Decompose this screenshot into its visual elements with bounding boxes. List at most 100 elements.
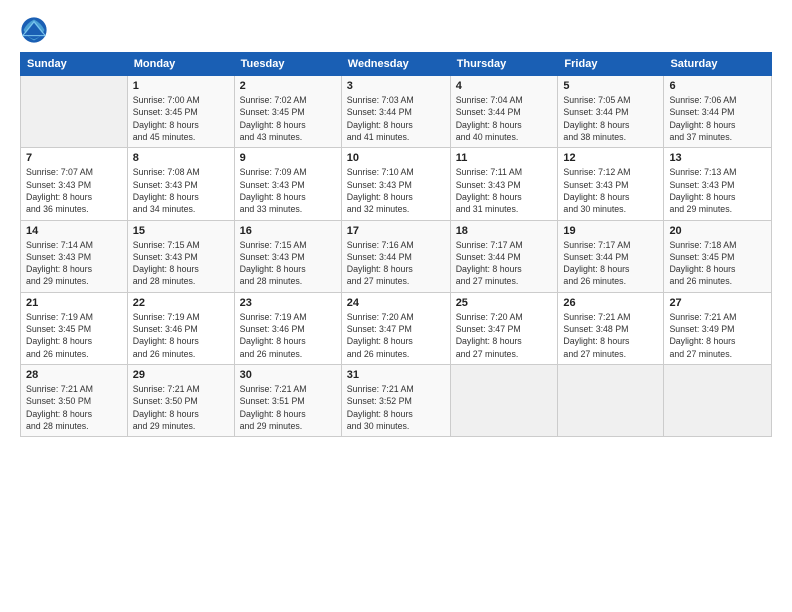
day-number: 31 (347, 369, 445, 381)
calendar-week-5: 28Sunrise: 7:21 AM Sunset: 3:50 PM Dayli… (21, 365, 772, 437)
calendar-cell: 28Sunrise: 7:21 AM Sunset: 3:50 PM Dayli… (21, 365, 128, 437)
calendar-table: SundayMondayTuesdayWednesdayThursdayFrid… (20, 52, 772, 437)
day-number: 9 (240, 152, 336, 164)
calendar-cell: 12 Sunrise: 7:12 AM Sunset: 3:43 PM Dayli… (558, 148, 664, 220)
calendar-cell: 29 Sunrise: 7:21 AM Sunset: 3:50 PM Dayli… (127, 365, 234, 437)
day-info: Sunrise: 7:15 AM Sunset: 3:43 PM Dayligh… (133, 239, 229, 288)
day-number: 25 (456, 297, 553, 309)
day-info: Sunrise: 7:20 AM Sunset: 3:47 PM Dayligh… (347, 311, 445, 360)
day-info: Sunrise: 7:21 AM Sunset: 3:51 PM Dayligh… (240, 383, 336, 432)
calendar-cell: 18 Sunrise: 7:17 AM Sunset: 3:44 PM Dayli… (450, 220, 558, 292)
calendar-cell: 4 Sunrise: 7:04 AM Sunset: 3:44 PM Daylig… (450, 76, 558, 148)
calendar-cell: 25Sunrise: 7:20 AM Sunset: 3:47 PM Dayli… (450, 292, 558, 364)
day-number: 5 (563, 80, 658, 92)
day-number: 29 (133, 369, 229, 381)
calendar-header-wednesday: Wednesday (341, 53, 450, 76)
day-number: 22 (133, 297, 229, 309)
calendar-header-row: SundayMondayTuesdayWednesdayThursdayFrid… (21, 53, 772, 76)
day-info: Sunrise: 7:17 AM Sunset: 3:44 PM Dayligh… (456, 239, 553, 288)
day-info: Sunrise: 7:00 AM Sunset: 3:45 PM Dayligh… (133, 94, 229, 143)
day-number: 6 (669, 80, 766, 92)
day-number: 21 (26, 297, 122, 309)
calendar-week-4: 21 Sunrise: 7:19 AM Sunset: 3:45 PM Dayli… (21, 292, 772, 364)
calendar-week-1: 1Sunrise: 7:00 AM Sunset: 3:45 PM Daylig… (21, 76, 772, 148)
calendar-cell: 1Sunrise: 7:00 AM Sunset: 3:45 PM Daylig… (127, 76, 234, 148)
calendar-cell: 24 Sunrise: 7:20 AM Sunset: 3:47 PM Dayli… (341, 292, 450, 364)
calendar-header-saturday: Saturday (664, 53, 772, 76)
day-info: Sunrise: 7:21 AM Sunset: 3:52 PM Dayligh… (347, 383, 445, 432)
day-number: 3 (347, 80, 445, 92)
calendar-cell: 7Sunrise: 7:07 AM Sunset: 3:43 PM Daylig… (21, 148, 128, 220)
day-info: Sunrise: 7:21 AM Sunset: 3:48 PM Dayligh… (563, 311, 658, 360)
page: SundayMondayTuesdayWednesdayThursdayFrid… (0, 0, 792, 612)
calendar-week-3: 14 Sunrise: 7:14 AM Sunset: 3:43 PM Dayli… (21, 220, 772, 292)
calendar-cell: 27 Sunrise: 7:21 AM Sunset: 3:49 PM Dayli… (664, 292, 772, 364)
day-number: 2 (240, 80, 336, 92)
day-number: 10 (347, 152, 445, 164)
day-info: Sunrise: 7:14 AM Sunset: 3:43 PM Dayligh… (26, 239, 122, 288)
day-number: 11 (456, 152, 553, 164)
calendar-header-tuesday: Tuesday (234, 53, 341, 76)
calendar-cell: 20 Sunrise: 7:18 AM Sunset: 3:45 PM Dayli… (664, 220, 772, 292)
day-info: Sunrise: 7:11 AM Sunset: 3:43 PM Dayligh… (456, 166, 553, 215)
day-number: 13 (669, 152, 766, 164)
calendar-cell: 17Sunrise: 7:16 AM Sunset: 3:44 PM Dayli… (341, 220, 450, 292)
calendar-cell (450, 365, 558, 437)
day-number: 18 (456, 225, 553, 237)
logo (20, 16, 52, 44)
day-info: Sunrise: 7:03 AM Sunset: 3:44 PM Dayligh… (347, 94, 445, 143)
calendar-cell: 3 Sunrise: 7:03 AM Sunset: 3:44 PM Daylig… (341, 76, 450, 148)
day-info: Sunrise: 7:18 AM Sunset: 3:45 PM Dayligh… (669, 239, 766, 288)
calendar-week-2: 7Sunrise: 7:07 AM Sunset: 3:43 PM Daylig… (21, 148, 772, 220)
day-number: 19 (563, 225, 658, 237)
day-info: Sunrise: 7:09 AM Sunset: 3:43 PM Dayligh… (240, 166, 336, 215)
calendar-cell (558, 365, 664, 437)
calendar-cell: 31 Sunrise: 7:21 AM Sunset: 3:52 PM Dayli… (341, 365, 450, 437)
day-number: 20 (669, 225, 766, 237)
calendar-cell: 14 Sunrise: 7:14 AM Sunset: 3:43 PM Dayli… (21, 220, 128, 292)
day-info: Sunrise: 7:02 AM Sunset: 3:45 PM Dayligh… (240, 94, 336, 143)
day-info: Sunrise: 7:19 AM Sunset: 3:45 PM Dayligh… (26, 311, 122, 360)
day-number: 14 (26, 225, 122, 237)
calendar-header-thursday: Thursday (450, 53, 558, 76)
day-info: Sunrise: 7:13 AM Sunset: 3:43 PM Dayligh… (669, 166, 766, 215)
calendar-cell: 9 Sunrise: 7:09 AM Sunset: 3:43 PM Daylig… (234, 148, 341, 220)
day-number: 27 (669, 297, 766, 309)
calendar-cell: 2 Sunrise: 7:02 AM Sunset: 3:45 PM Daylig… (234, 76, 341, 148)
day-info: Sunrise: 7:12 AM Sunset: 3:43 PM Dayligh… (563, 166, 658, 215)
calendar-cell: 10 Sunrise: 7:10 AM Sunset: 3:43 PM Dayli… (341, 148, 450, 220)
day-info: Sunrise: 7:07 AM Sunset: 3:43 PM Dayligh… (26, 166, 122, 215)
day-info: Sunrise: 7:10 AM Sunset: 3:43 PM Dayligh… (347, 166, 445, 215)
day-info: Sunrise: 7:05 AM Sunset: 3:44 PM Dayligh… (563, 94, 658, 143)
day-number: 23 (240, 297, 336, 309)
day-number: 12 (563, 152, 658, 164)
day-number: 16 (240, 225, 336, 237)
day-info: Sunrise: 7:17 AM Sunset: 3:44 PM Dayligh… (563, 239, 658, 288)
calendar-header-friday: Friday (558, 53, 664, 76)
calendar-cell: 5 Sunrise: 7:05 AM Sunset: 3:44 PM Daylig… (558, 76, 664, 148)
header (20, 16, 772, 44)
day-info: Sunrise: 7:21 AM Sunset: 3:50 PM Dayligh… (133, 383, 229, 432)
calendar-cell: 16Sunrise: 7:15 AM Sunset: 3:43 PM Dayli… (234, 220, 341, 292)
day-info: Sunrise: 7:04 AM Sunset: 3:44 PM Dayligh… (456, 94, 553, 143)
calendar-cell: 8Sunrise: 7:08 AM Sunset: 3:43 PM Daylig… (127, 148, 234, 220)
day-number: 4 (456, 80, 553, 92)
calendar-cell: 15 Sunrise: 7:15 AM Sunset: 3:43 PM Dayli… (127, 220, 234, 292)
day-number: 30 (240, 369, 336, 381)
day-number: 8 (133, 152, 229, 164)
calendar-cell: 13 Sunrise: 7:13 AM Sunset: 3:43 PM Dayli… (664, 148, 772, 220)
day-info: Sunrise: 7:21 AM Sunset: 3:50 PM Dayligh… (26, 383, 122, 432)
calendar-cell: 23 Sunrise: 7:19 AM Sunset: 3:46 PM Dayli… (234, 292, 341, 364)
calendar-cell (664, 365, 772, 437)
day-info: Sunrise: 7:19 AM Sunset: 3:46 PM Dayligh… (240, 311, 336, 360)
day-info: Sunrise: 7:06 AM Sunset: 3:44 PM Dayligh… (669, 94, 766, 143)
calendar-cell: 11 Sunrise: 7:11 AM Sunset: 3:43 PM Dayli… (450, 148, 558, 220)
calendar-cell (21, 76, 128, 148)
day-number: 15 (133, 225, 229, 237)
day-info: Sunrise: 7:21 AM Sunset: 3:49 PM Dayligh… (669, 311, 766, 360)
calendar-cell: 21 Sunrise: 7:19 AM Sunset: 3:45 PM Dayli… (21, 292, 128, 364)
calendar-cell: 22Sunrise: 7:19 AM Sunset: 3:46 PM Dayli… (127, 292, 234, 364)
logo-icon (20, 16, 48, 44)
day-number: 24 (347, 297, 445, 309)
calendar-cell: 30 Sunrise: 7:21 AM Sunset: 3:51 PM Dayli… (234, 365, 341, 437)
